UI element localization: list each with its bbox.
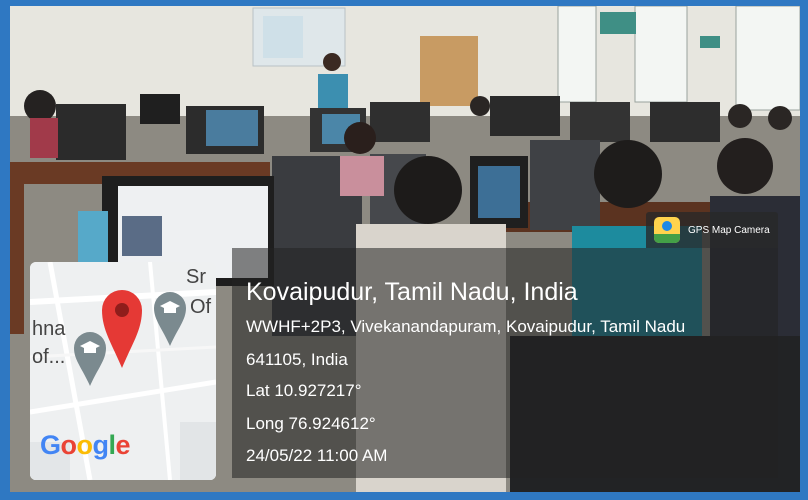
education-pin-icon [74,332,106,386]
longitude: Long 76.924612° [246,414,376,433]
map-label-left-top: hna [32,318,66,340]
location-title: Kovaipudur, Tamil Nadu, India [246,278,578,306]
map-label-right: Of [190,296,212,318]
map-label-top-right: Sr [186,266,206,288]
photo-frame: GPS Map Camera Sr Of hna of... Google Ko… [0,0,808,500]
education-pin-icon [154,292,186,346]
location-map: Sr Of hna of... Google [30,262,216,480]
map-label-left-bottom: of... [32,346,66,368]
gps-map-camera-badge: GPS Map Camera [646,212,778,248]
date-time: 24/05/22 11:00 AM [246,446,388,465]
address-line-2: 641105, India [246,350,348,369]
latitude: Lat 10.927217° [246,381,362,400]
gps-badge-label: GPS Map Camera [688,224,770,236]
address-line-1: WWHF+2P3, Vivekanandapuram, Kovaipudur, … [246,317,686,336]
google-logo: Google [40,430,131,460]
gps-map-camera-icon [654,217,680,243]
